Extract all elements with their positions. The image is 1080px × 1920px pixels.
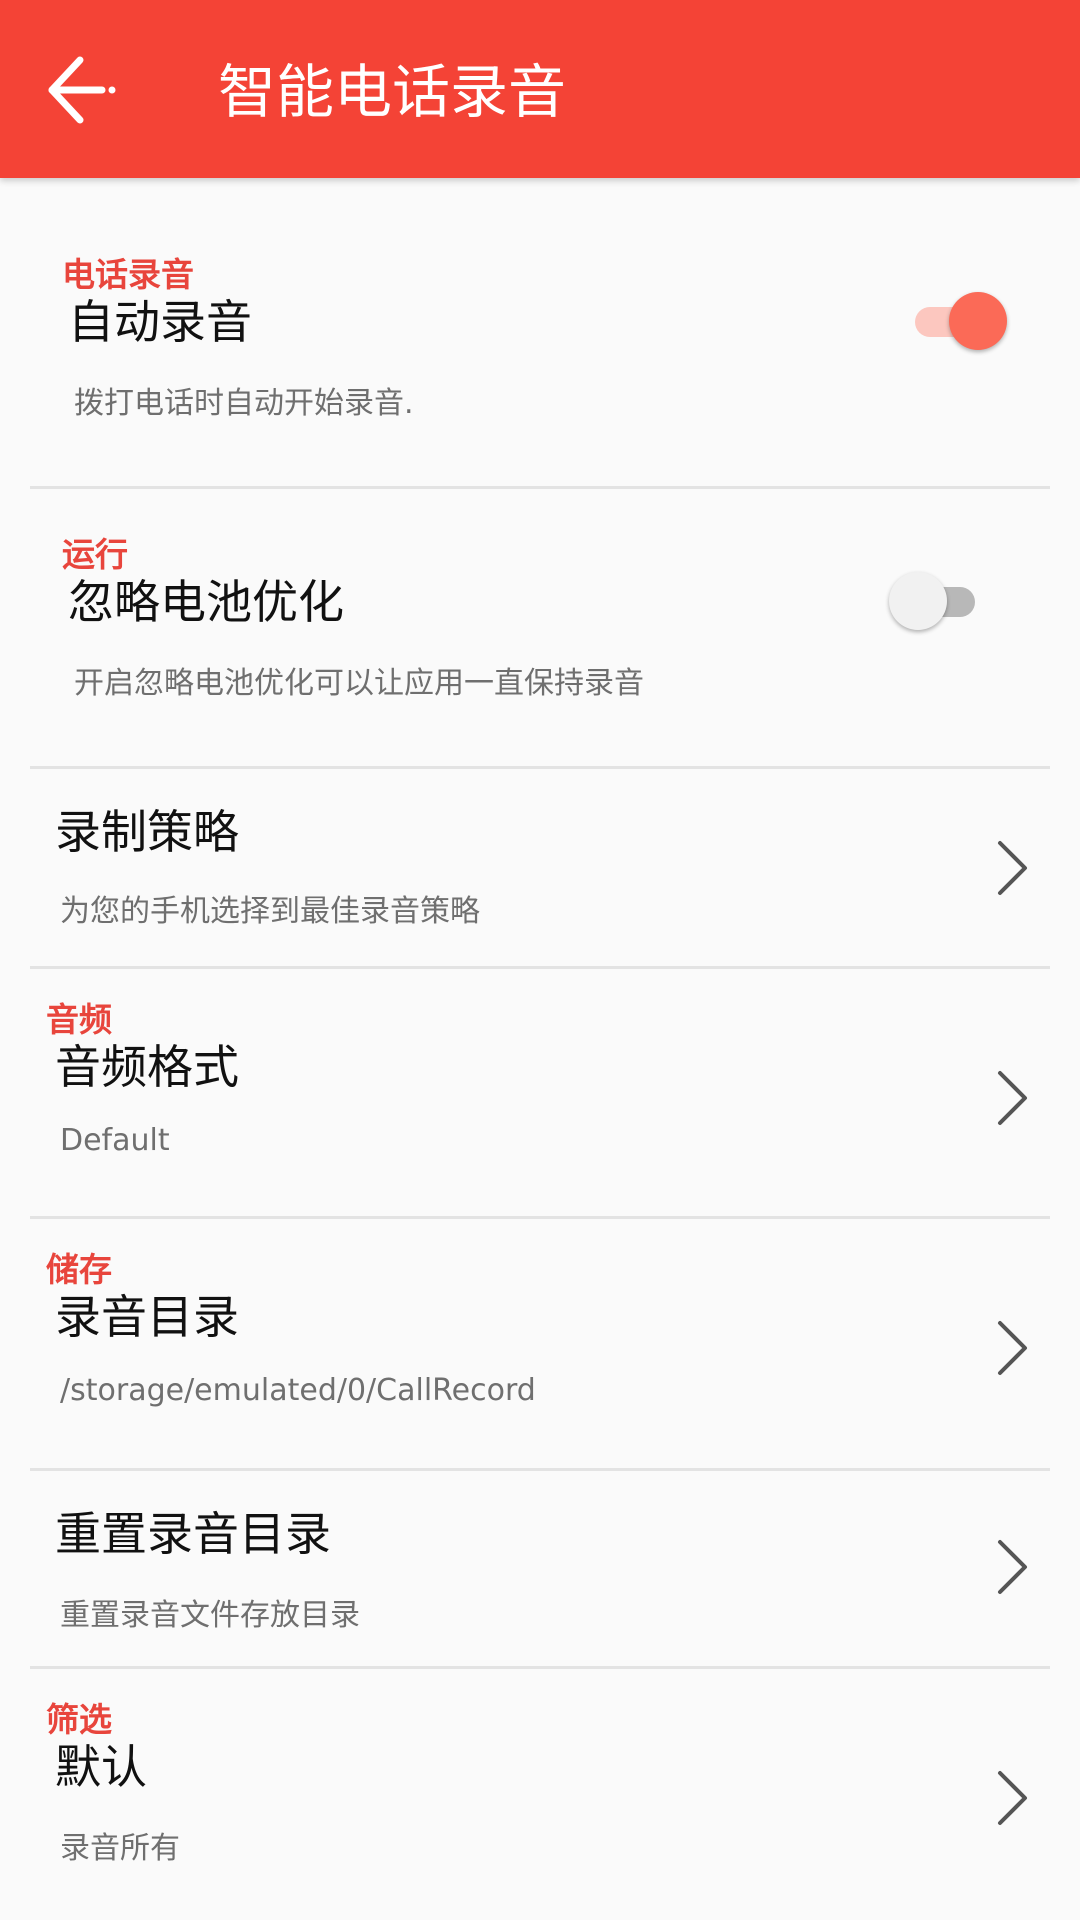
pref-audio-format-title: 音频格式 xyxy=(55,1040,239,1094)
pref-auto-record-title: 自动录音 xyxy=(68,295,252,349)
page-title: 智能电话录音 xyxy=(218,58,567,126)
arrow-left-icon xyxy=(48,56,116,124)
chevron-right-icon xyxy=(998,1540,1027,1594)
auto-record-switch[interactable] xyxy=(905,286,1015,356)
divider xyxy=(30,486,1050,489)
pref-battery-optimization-summary: 开启忽略电池优化可以让应用一直保持录音 xyxy=(74,666,644,701)
chevron-right-icon xyxy=(998,1071,1027,1125)
pref-audio-format-summary: Default xyxy=(60,1123,170,1158)
pref-recording-strategy-title: 录制策略 xyxy=(55,805,239,859)
pref-filter-default-title: 默认 xyxy=(55,1740,147,1794)
pref-reset-directory-title: 重置录音目录 xyxy=(55,1507,331,1561)
chevron-right-icon xyxy=(998,841,1027,895)
pref-audio-format[interactable]: 音频格式 Default xyxy=(0,1023,1080,1216)
battery-optimization-switch[interactable] xyxy=(885,566,995,636)
pref-recording-strategy-summary: 为您的手机选择到最佳录音策略 xyxy=(60,894,480,929)
pref-recording-directory-title: 录音目录 xyxy=(55,1290,239,1344)
pref-battery-optimization[interactable]: 忽略电池优化 开启忽略电池优化可以让应用一直保持录音 xyxy=(0,558,1080,758)
pref-filter-default-summary: 录音所有 xyxy=(60,1831,180,1866)
app-bar: 智能电话录音 xyxy=(0,0,1080,178)
pref-filter-default[interactable]: 默认 录音所有 xyxy=(0,1723,1080,1920)
divider xyxy=(30,1666,1050,1669)
pref-recording-directory[interactable]: 录音目录 /storage/emulated/0/CallRecord xyxy=(0,1273,1080,1466)
pref-recording-strategy[interactable]: 录制策略 为您的手机选择到最佳录音策略 xyxy=(0,768,1080,966)
pref-auto-record-summary: 拨打电话时自动开始录音. xyxy=(74,386,414,421)
back-button[interactable] xyxy=(30,40,130,140)
pref-battery-optimization-title: 忽略电池优化 xyxy=(68,575,344,629)
pref-reset-directory-summary: 重置录音文件存放目录 xyxy=(60,1598,360,1633)
pref-auto-record[interactable]: 自动录音 拨打电话时自动开始录音. xyxy=(0,278,1080,478)
chevron-right-icon xyxy=(998,1771,1027,1825)
switch-thumb xyxy=(889,572,947,630)
chevron-right-icon xyxy=(998,1321,1027,1375)
pref-recording-directory-summary: /storage/emulated/0/CallRecord xyxy=(60,1373,536,1408)
pref-reset-directory[interactable]: 重置录音目录 重置录音文件存放目录 xyxy=(0,1470,1080,1666)
switch-thumb xyxy=(949,292,1007,350)
divider xyxy=(30,1216,1050,1219)
divider xyxy=(30,966,1050,969)
